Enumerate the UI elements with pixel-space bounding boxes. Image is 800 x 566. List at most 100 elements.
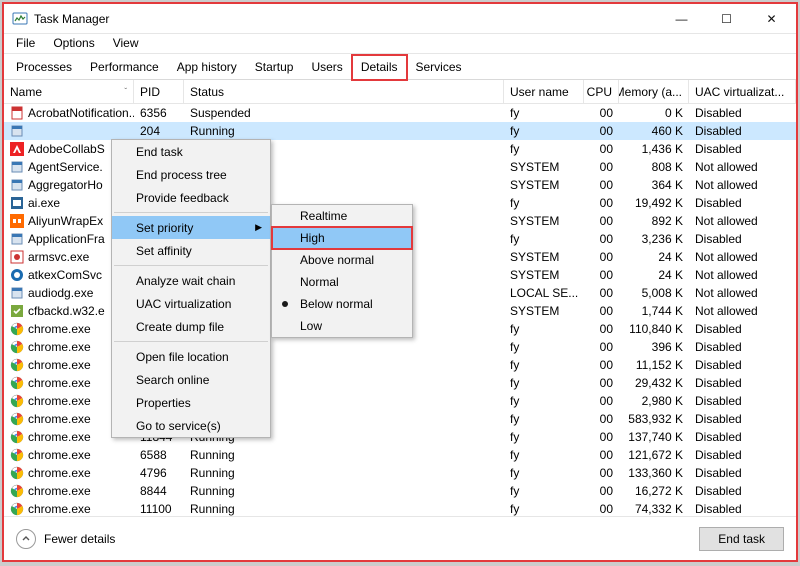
close-button[interactable]: ✕ xyxy=(749,4,794,34)
table-row[interactable]: chrome.exe11100Runningfy0074,332 KDisabl… xyxy=(4,500,796,516)
cell-cpu: 00 xyxy=(584,500,619,516)
cell-uac: Disabled xyxy=(689,338,796,356)
cell-uac: Disabled xyxy=(689,500,796,516)
footer: Fewer details End task xyxy=(4,516,796,560)
cell-mem: 808 K xyxy=(619,158,689,176)
tab-users[interactable]: Users xyxy=(302,55,351,79)
cell-status: Running xyxy=(184,482,504,500)
maximize-button[interactable]: ☐ xyxy=(704,4,749,34)
process-icon xyxy=(10,304,24,318)
cell-uac: Disabled xyxy=(689,140,796,158)
fewer-details-label: Fewer details xyxy=(44,532,115,546)
end-task-button[interactable]: End task xyxy=(699,527,784,551)
cell-status: Running xyxy=(184,500,504,516)
priority-below-normal[interactable]: Below normal xyxy=(272,293,412,315)
cell-user: fy xyxy=(504,428,584,446)
process-icon xyxy=(10,394,24,408)
ctx-set-affinity[interactable]: Set affinity xyxy=(112,239,270,262)
priority-high[interactable]: High xyxy=(272,227,412,249)
cell-uac: Disabled xyxy=(689,356,796,374)
menu-file[interactable]: File xyxy=(8,35,43,51)
col-pid[interactable]: PID xyxy=(134,80,184,103)
task-manager-window: Task Manager — ☐ ✕ File Options View Pro… xyxy=(4,4,796,560)
col-cpu[interactable]: CPU xyxy=(584,80,619,103)
titlebar[interactable]: Task Manager — ☐ ✕ xyxy=(4,4,796,34)
fewer-details-button[interactable]: Fewer details xyxy=(16,529,115,549)
cell-cpu: 00 xyxy=(584,266,619,284)
cell-user: fy xyxy=(504,410,584,428)
process-icon xyxy=(10,448,24,462)
radio-checked-icon xyxy=(282,301,288,307)
process-icon xyxy=(10,466,24,480)
cell-pid: 4796 xyxy=(134,464,184,482)
col-user[interactable]: User name xyxy=(504,80,584,103)
menubar: File Options View xyxy=(4,34,796,54)
ctx-properties[interactable]: Properties xyxy=(112,391,270,414)
cell-mem: 460 K xyxy=(619,122,689,140)
cell-cpu: 00 xyxy=(584,122,619,140)
cell-mem: 1,744 K xyxy=(619,302,689,320)
col-mem[interactable]: Memory (a... xyxy=(619,80,689,103)
priority-normal[interactable]: Normal xyxy=(272,271,412,293)
cell-cpu: 00 xyxy=(584,230,619,248)
menu-view[interactable]: View xyxy=(105,35,147,51)
window-title: Task Manager xyxy=(34,12,109,26)
cell-cpu: 00 xyxy=(584,284,619,302)
cell-status: Running xyxy=(184,464,504,482)
col-status[interactable]: Status xyxy=(184,80,504,103)
ctx-uac-virtualization[interactable]: UAC virtualization xyxy=(112,292,270,315)
ctx-end-task[interactable]: End task xyxy=(112,140,270,163)
cell-user: SYSTEM xyxy=(504,248,584,266)
process-icon xyxy=(10,286,24,300)
tab-performance[interactable]: Performance xyxy=(81,55,168,79)
tab-app-history[interactable]: App history xyxy=(168,55,246,79)
table-row[interactable]: AcrobatNotification...6356Suspendedfy000… xyxy=(4,104,796,122)
minimize-button[interactable]: — xyxy=(659,4,704,34)
table-row[interactable]: 204Runningfy00460 KDisabled xyxy=(4,122,796,140)
cell-user: fy xyxy=(504,392,584,410)
cell-user: fy xyxy=(504,464,584,482)
ctx-search-online[interactable]: Search online xyxy=(112,368,270,391)
process-icon xyxy=(10,124,24,138)
cell-pid: 8844 xyxy=(134,482,184,500)
menu-options[interactable]: Options xyxy=(45,35,102,51)
tab-details[interactable]: Details xyxy=(352,55,407,80)
cell-mem: 11,152 K xyxy=(619,356,689,374)
priority-realtime[interactable]: Realtime xyxy=(272,205,412,227)
cell-cpu: 00 xyxy=(584,248,619,266)
cell-mem: 19,492 K xyxy=(619,194,689,212)
ctx-create-dump-file[interactable]: Create dump file xyxy=(112,315,270,338)
ctx-end-process-tree[interactable]: End process tree xyxy=(112,163,270,186)
cell-cpu: 00 xyxy=(584,428,619,446)
priority-low[interactable]: Low xyxy=(272,315,412,337)
ctx-analyze-wait-chain[interactable]: Analyze wait chain xyxy=(112,269,270,292)
cell-user: fy xyxy=(504,122,584,140)
tab-processes[interactable]: Processes xyxy=(7,55,81,79)
ctx-open-file-location[interactable]: Open file location xyxy=(112,345,270,368)
col-uac[interactable]: UAC virtualizat... xyxy=(689,80,796,103)
tab-services[interactable]: Services xyxy=(407,55,471,79)
ctx-provide-feedback[interactable]: Provide feedback xyxy=(112,186,270,209)
tab-startup[interactable]: Startup xyxy=(246,55,303,79)
table-row[interactable]: chrome.exe8844Runningfy0016,272 KDisable… xyxy=(4,482,796,500)
app-icon xyxy=(12,11,28,27)
table-row[interactable]: chrome.exe6588Runningfy00121,672 KDisabl… xyxy=(4,446,796,464)
ctx-go-to-service-s-[interactable]: Go to service(s) xyxy=(112,414,270,437)
cell-user: fy xyxy=(504,500,584,516)
priority-above-normal[interactable]: Above normal xyxy=(272,249,412,271)
cell-uac: Disabled xyxy=(689,104,796,122)
cell-uac: Not allowed xyxy=(689,248,796,266)
process-icon xyxy=(10,430,24,444)
table-row[interactable]: chrome.exe4796Runningfy00133,360 KDisabl… xyxy=(4,464,796,482)
col-name[interactable]: Nameˇ xyxy=(4,80,134,103)
cell-status: Running xyxy=(184,122,504,140)
cell-mem: 137,740 K xyxy=(619,428,689,446)
cell-mem: 16,272 K xyxy=(619,482,689,500)
ctx-set-priority[interactable]: Set priority▶ xyxy=(112,216,270,239)
cell-mem: 110,840 K xyxy=(619,320,689,338)
cell-uac: Not allowed xyxy=(689,284,796,302)
cell-uac: Not allowed xyxy=(689,212,796,230)
menu-separator xyxy=(114,341,268,342)
sort-indicator-icon: ˇ xyxy=(124,87,127,96)
process-icon xyxy=(10,106,24,120)
